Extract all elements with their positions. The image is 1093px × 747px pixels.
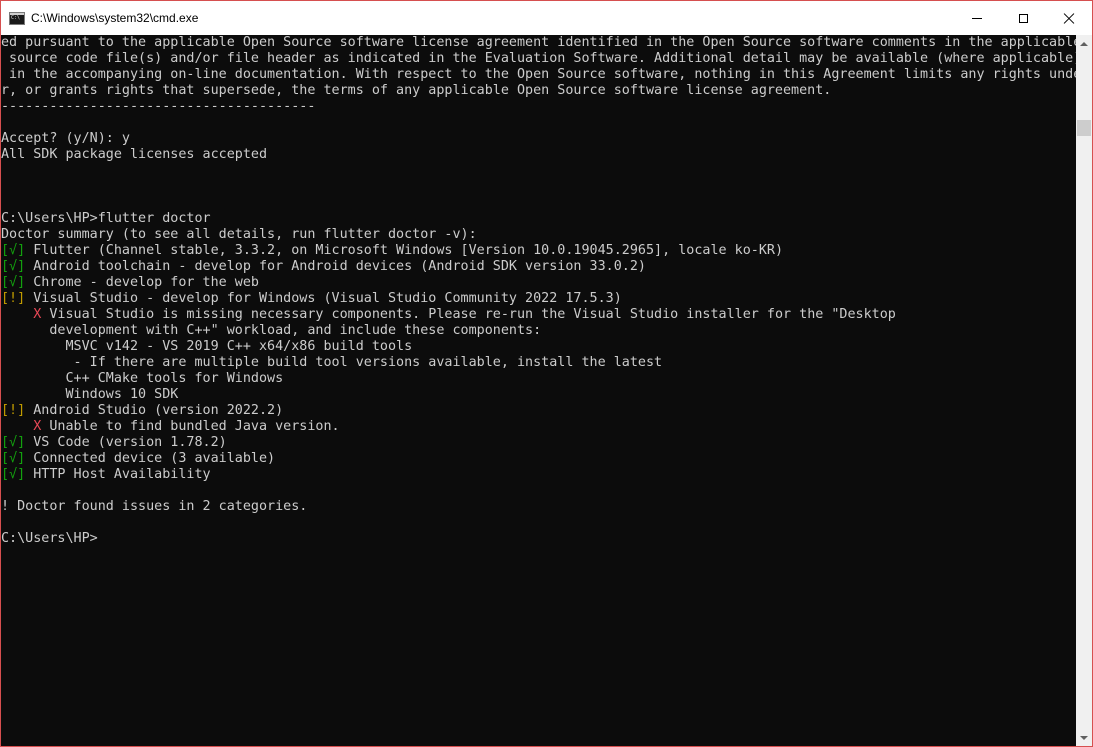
console-line: in the accompanying on-line documentatio… [1, 67, 1076, 83]
minimize-button[interactable] [954, 1, 1000, 35]
console-line: development with C++" workload, and incl… [1, 323, 1076, 339]
console-line: - If there are multiple build tool versi… [1, 355, 1076, 371]
console-line: [√] Chrome - develop for the web [1, 275, 1076, 291]
console-text: MSVC v142 - VS 2019 C++ x64/x86 build to… [1, 339, 413, 354]
console-text: Visual Studio is missing necessary compo… [41, 307, 896, 322]
console-line: [√] Connected device (3 available) [1, 451, 1076, 467]
console-text: C:\Users\HP> [1, 531, 98, 546]
console-line: ! Doctor found issues in 2 categories. [1, 499, 1076, 515]
console-text: C:\Users\HP>flutter doctor [1, 211, 211, 226]
vertical-scrollbar[interactable] [1076, 35, 1092, 746]
console-text: Visual Studio - develop for Windows (Vis… [25, 291, 622, 306]
minimize-icon [972, 17, 982, 19]
console-text: Android Studio (version 2022.2) [25, 403, 284, 418]
status-ok-marker: [√] [1, 275, 26, 290]
console-text: VS Code (version 1.78.2) [25, 435, 227, 450]
console-text: - If there are multiple build tool versi… [1, 355, 663, 370]
console-line: X Visual Studio is missing necessary com… [1, 307, 1076, 323]
scroll-up-arrow-icon [1080, 41, 1088, 46]
scroll-down-arrow-icon [1080, 735, 1088, 740]
console-line: C++ CMake tools for Windows [1, 371, 1076, 387]
caption-buttons [954, 1, 1092, 35]
console-line: r, or grants rights that supersede, the … [1, 83, 1076, 99]
console-text: Accept? (y/N): y [1, 131, 130, 146]
console-text: Unable to find bundled Java version. [41, 419, 340, 434]
console-output[interactable]: ed pursuant to the applicable Open Sourc… [1, 35, 1076, 746]
scrollbar-thumb[interactable] [1077, 120, 1091, 136]
console-line: C:\Users\HP>flutter doctor [1, 211, 1076, 227]
maximize-button[interactable] [1000, 1, 1046, 35]
console-text: Chrome - develop for the web [25, 275, 259, 290]
console-line: Windows 10 SDK [1, 387, 1076, 403]
console-text: C++ CMake tools for Windows [1, 371, 284, 386]
console-text: r, or grants rights that supersede, the … [1, 83, 832, 98]
console-line: Doctor summary (to see all details, run … [1, 227, 1076, 243]
console-text: --------------------------------------- [1, 99, 316, 114]
status-ok-marker: [√] [1, 259, 26, 274]
window-title: C:\Windows\system32\cmd.exe [31, 11, 199, 25]
scroll-up-button[interactable] [1076, 35, 1092, 52]
console-line: C:\Users\HP> [1, 531, 1076, 547]
console-text: ed pursuant to the applicable Open Sourc… [1, 35, 1076, 50]
scroll-down-button[interactable] [1076, 729, 1092, 746]
console-line: X Unable to find bundled Java version. [1, 419, 1076, 435]
console-lines: ed pursuant to the applicable Open Sourc… [1, 35, 1076, 547]
maximize-icon [1018, 13, 1028, 23]
console-text: in the accompanying on-line documentatio… [1, 67, 1076, 82]
console-text: Windows 10 SDK [1, 387, 179, 402]
close-button[interactable] [1046, 1, 1092, 35]
console-line: [√] Flutter (Channel stable, 3.3.2, on M… [1, 243, 1076, 259]
console-text: Connected device (3 available) [25, 451, 276, 466]
console-line: source code file(s) and/or file header a… [1, 51, 1076, 67]
console-text: source code file(s) and/or file header a… [1, 51, 1076, 66]
console-text: ! Doctor found issues in 2 categories. [1, 499, 308, 514]
console-line: [!] Android Studio (version 2022.2) [1, 403, 1076, 419]
console-line: [√] VS Code (version 1.78.2) [1, 435, 1076, 451]
status-ok-marker: [√] [1, 451, 26, 466]
console-text: development with C++" workload, and incl… [1, 323, 542, 338]
console-line: Accept? (y/N): y [1, 131, 1076, 147]
status-ok-marker: [√] [1, 467, 26, 482]
console-line: [√] HTTP Host Availability [1, 467, 1076, 483]
console-text: Flutter (Channel stable, 3.3.2, on Micro… [25, 243, 784, 258]
console-text: All SDK package licenses accepted [1, 147, 268, 162]
console-text: Android toolchain - develop for Android … [25, 259, 646, 274]
console-text: Doctor summary (to see all details, run … [1, 227, 477, 242]
console-line: --------------------------------------- [1, 99, 1076, 115]
title-bar[interactable]: C:\Windows\system32\cmd.exe [1, 1, 1092, 35]
status-warning-marker: [!] [1, 403, 26, 418]
cmd-icon[interactable] [9, 11, 25, 25]
console-line: MSVC v142 - VS 2019 C++ x64/x86 build to… [1, 339, 1076, 355]
status-ok-marker: [√] [1, 243, 26, 258]
console-line: All SDK package licenses accepted [1, 147, 1076, 163]
status-ok-marker: [√] [1, 435, 26, 450]
console-line: [√] Android toolchain - develop for Andr… [1, 259, 1076, 275]
console-text: HTTP Host Availability [25, 467, 211, 482]
close-icon [1063, 12, 1075, 24]
status-warning-marker: [!] [1, 291, 26, 306]
console-line: ed pursuant to the applicable Open Sourc… [1, 35, 1076, 51]
console-line: [!] Visual Studio - develop for Windows … [1, 291, 1076, 307]
cmd-window: C:\Windows\system32\cmd.exe ed pursuant … [0, 0, 1093, 747]
